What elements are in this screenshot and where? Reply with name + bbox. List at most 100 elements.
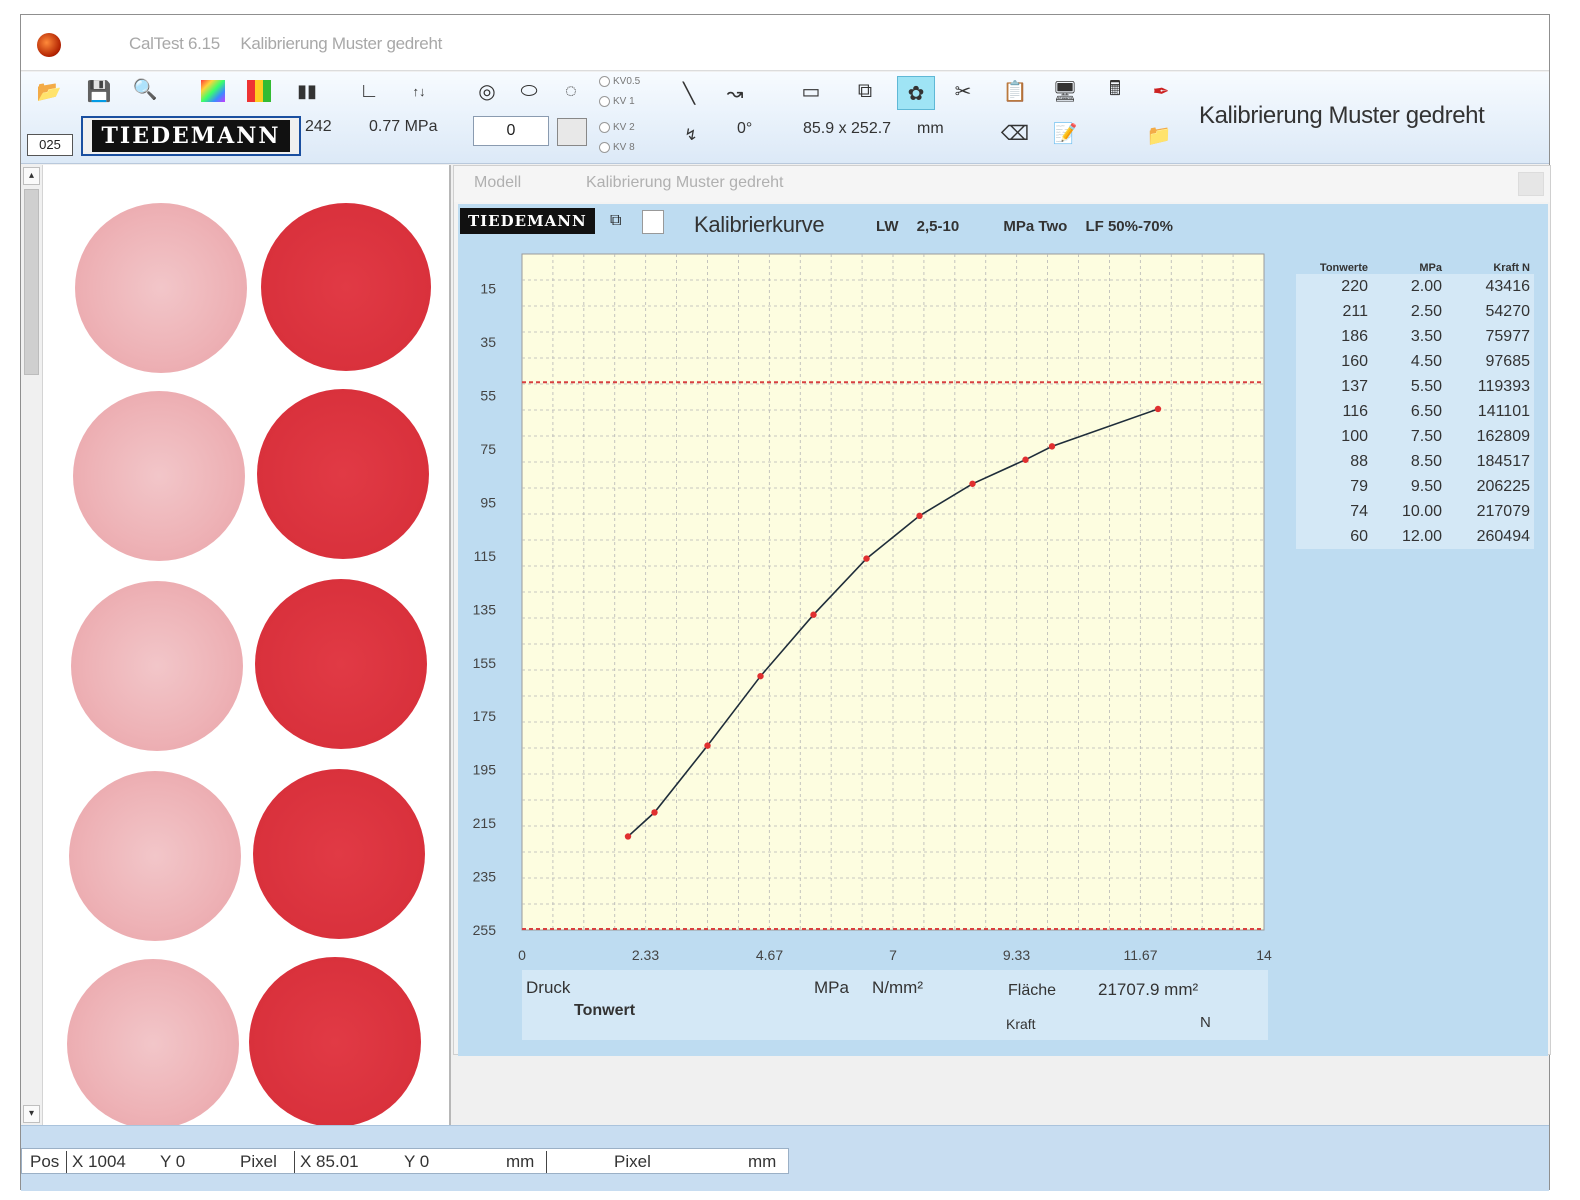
y-tick-label: 215 (473, 815, 497, 831)
brand-logo: TIEDEMANN (81, 116, 301, 156)
sample-disc-light-1[interactable] (75, 203, 247, 373)
calculator-icon[interactable]: 🖩 (1101, 78, 1129, 104)
close-button[interactable] (1518, 172, 1544, 196)
y-tick-label: 95 (480, 494, 496, 510)
dotted-circle-icon[interactable]: ◌ (557, 78, 585, 104)
folder-image-icon[interactable]: 📁 (1145, 122, 1173, 148)
status-separator (66, 1151, 67, 1173)
save-icon[interactable]: 💾 (85, 78, 113, 104)
data-point (1048, 443, 1056, 450)
data-point (810, 611, 817, 618)
monitor-icon[interactable]: 🖥 (1051, 78, 1079, 104)
app-logo-icon (37, 33, 61, 57)
y-pixel: Y 0 (160, 1152, 186, 1171)
search-icon[interactable]: 🔍 (131, 76, 159, 102)
color-swatch[interactable] (557, 118, 587, 146)
radio-kv2[interactable]: KV 2 (599, 122, 635, 133)
mpa-cell: 3.50 (1410, 327, 1442, 345)
druck-label: Druck (526, 978, 571, 997)
measure-icon[interactable]: ↯ (677, 122, 705, 148)
number-input[interactable]: 0 (473, 116, 549, 146)
sample-disc-light-2[interactable] (73, 391, 245, 561)
x-tick-label: 0 (518, 947, 526, 963)
y-tick-label: 135 (473, 601, 497, 617)
pen-icon[interactable]: ✒ (1147, 78, 1175, 104)
sample-disc-dark-5[interactable] (249, 957, 421, 1127)
sample-disc-dark-2[interactable] (257, 389, 429, 559)
x-tick-label: 9.33 (1003, 947, 1030, 963)
ellipses-icon[interactable]: ⬭ (515, 78, 543, 104)
kraft-cell: 162809 (1476, 427, 1530, 445)
chart-window-title: Kalibrierung Muster gedreht (586, 174, 784, 191)
radio-kv1[interactable]: KV 1 (599, 96, 635, 107)
pixel-label-2: Pixel (614, 1152, 651, 1171)
counter-field[interactable]: 025 (27, 134, 73, 156)
data-point (1022, 456, 1029, 463)
radio-kv05[interactable]: KV0.5 (599, 76, 640, 87)
scroll-thumb[interactable] (24, 189, 39, 375)
open-folder-icon[interactable]: 📂 (35, 78, 63, 104)
data-point (651, 809, 658, 816)
curve-icon[interactable]: ∟ (355, 78, 383, 104)
scroll-up-button[interactable]: ▴ (23, 167, 40, 185)
puzzle-icon[interactable]: ✿ (897, 76, 935, 110)
tab-modell[interactable]: Modell (474, 174, 521, 192)
y-tick-label: 115 (474, 548, 497, 564)
kraft-cell: 119393 (1477, 377, 1530, 395)
histogram-icon[interactable]: ▮▮ (293, 78, 321, 104)
graph-icon[interactable]: ↝ (721, 80, 749, 106)
mm-label-2: mm (748, 1152, 777, 1171)
color-palette-icon[interactable] (199, 78, 227, 104)
y-mm: Y 0 (404, 1152, 430, 1171)
calibration-chart: 15 35 55 75 95 115 135 155 175 195 215 235 255 0 2.33 4… (473, 253, 1272, 963)
kraft-cell: 43416 (1485, 277, 1531, 295)
value-table: Tonwerte MPa Kraft N 220 2.00 43416 211 2.50… (1296, 250, 1534, 549)
paste-icon[interactable]: 📋 (1001, 78, 1029, 104)
app-window: CalTest 6.15 Kalibrierung Muster gedreht… (20, 14, 1551, 1191)
x-tick-label: 7 (889, 947, 897, 963)
table-row: 211 2.50 54270 (1296, 299, 1534, 324)
x-tick-label: 2.33 (632, 947, 659, 963)
header-mpa: MPa (1419, 262, 1442, 274)
scroll-down-button[interactable]: ▾ (23, 1105, 40, 1123)
dimensions-readout: 85.9 x 252.7 (803, 120, 892, 137)
tonwert-cell: 74 (1350, 502, 1368, 520)
sample-disc-light-3[interactable] (71, 581, 243, 751)
kraft-unit: N (1200, 1014, 1211, 1031)
data-point (916, 512, 923, 520)
sample-disc-light-4[interactable] (69, 771, 241, 941)
scissors-icon[interactable]: ✂ (949, 78, 977, 104)
y-tick-label: 255 (473, 922, 497, 938)
thumbnail-panel[interactable]: ▴ ▾ (21, 165, 451, 1129)
data-point (969, 480, 976, 487)
copy-window-icon[interactable]: ⧉ (851, 78, 879, 104)
sample-disc-dark-4[interactable] (253, 769, 425, 939)
status-separator (294, 1151, 295, 1173)
rectangle-icon[interactable]: ▭ (797, 78, 825, 104)
radio-kv8[interactable]: KV 8 (599, 142, 635, 153)
window-title: CalTest 6.15 Kalibrierung Muster gedreht (129, 34, 458, 54)
numbers-icon[interactable]: ↑↓ (405, 78, 433, 104)
eraser-icon[interactable]: ⌫ (1001, 120, 1029, 146)
table-row: 60 12.00 260494 (1296, 524, 1534, 549)
vertical-scrollbar[interactable]: ▴ ▾ (21, 165, 43, 1125)
status-fields: Pos X 1004 Y 0 Pixel X 85.01 Y 0 mm Pixe… (21, 1148, 789, 1174)
chart-panel: TIEDEMANN ⧉ Kalibrierkurve LW 2,5-10 MPa… (458, 204, 1548, 1056)
x-tick-label: 11.67 (1124, 947, 1158, 963)
header-kraft: Kraft N (1493, 262, 1530, 274)
kraft-cell: 206225 (1476, 477, 1530, 495)
table-row: 100 7.50 162809 (1296, 424, 1534, 449)
color-bars-icon[interactable] (245, 78, 273, 104)
header-tonwerte: Tonwerte (1319, 262, 1368, 274)
tonwert-cell: 100 (1341, 427, 1368, 445)
sample-disc-dark-1[interactable] (261, 203, 431, 371)
pixel-label: Pixel (240, 1152, 277, 1171)
line-icon[interactable]: ╲ (675, 80, 703, 106)
flaeche-value: 21707.9 mm² (1098, 980, 1199, 999)
sample-disc-light-5[interactable] (67, 959, 239, 1129)
nmm-label: N/mm² (872, 978, 923, 997)
spiral-icon[interactable]: ◎ (473, 78, 501, 104)
sample-disc-dark-3[interactable] (255, 579, 427, 749)
tonwert-cell: 186 (1341, 327, 1368, 345)
edit-document-icon[interactable]: 📝 (1051, 120, 1079, 146)
